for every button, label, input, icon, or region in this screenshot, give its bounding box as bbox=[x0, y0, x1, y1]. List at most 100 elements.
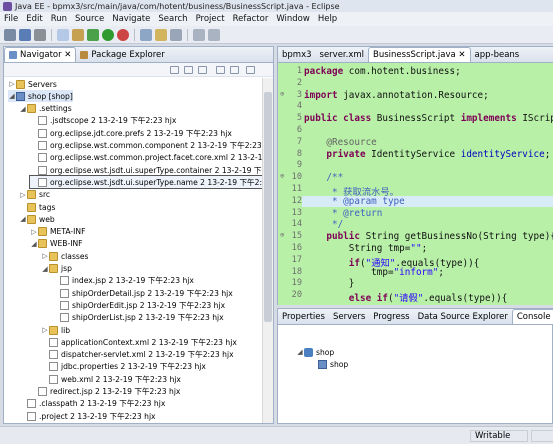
code-token: IdentityService bbox=[365, 148, 461, 160]
tree-file-item[interactable]: .classpath 2 13-2-19 下午2:23 hjx bbox=[19, 398, 165, 410]
code-editor[interactable]: 1 package com.hotent.business; 2 3 ⊕ import j… bbox=[278, 63, 553, 305]
expand-toggle-icon[interactable]: ◢ bbox=[8, 92, 16, 100]
fold-toggle-icon[interactable]: ⊕ bbox=[280, 231, 284, 239]
tree-folder-item[interactable]: ◢ .settings bbox=[19, 103, 72, 115]
tree-folder-item[interactable]: ◢ jsp bbox=[41, 263, 72, 275]
tree-file-item[interactable]: shipOrderEdit.jsp 2 13-2-19 下午2:23 hjx bbox=[52, 299, 225, 311]
scrollbar-thumb[interactable] bbox=[264, 92, 272, 322]
bottom-view-tab[interactable]: Console bbox=[511, 309, 553, 324]
menu-item-help[interactable]: Help bbox=[318, 14, 337, 24]
menu-item-project[interactable]: Project bbox=[196, 14, 225, 24]
server-tree-item[interactable]: shop bbox=[310, 358, 348, 370]
tree-file-item[interactable]: index.jsp 2 13-2-19 下午2:23 hjx bbox=[52, 275, 194, 287]
debug-icon[interactable] bbox=[87, 28, 99, 41]
bottom-view-tab[interactable]: Servers bbox=[329, 309, 369, 324]
expand-toggle-icon[interactable]: ▷ bbox=[41, 252, 49, 260]
bottom-view-tab[interactable]: Data Source Explorer bbox=[414, 309, 512, 324]
tree-folder-item[interactable]: ▷ Servers bbox=[8, 78, 57, 90]
expand-toggle-icon[interactable]: ◢ bbox=[41, 265, 49, 273]
tree-folder-item[interactable]: ▷ classes bbox=[41, 250, 88, 262]
search-icon[interactable] bbox=[155, 28, 167, 41]
tree-folder-item[interactable]: ◢ WEB-INF bbox=[30, 238, 83, 250]
tree-file-item[interactable]: org.eclipse.wst.common.component 2 13-2-… bbox=[30, 140, 262, 152]
server-icon[interactable] bbox=[57, 28, 69, 41]
back-nav-icon[interactable] bbox=[170, 66, 179, 74]
menu-item-file[interactable]: File bbox=[4, 14, 18, 24]
tree-file-item[interactable]: jdbc.properties 2 13-2-19 下午2:23 hjx bbox=[41, 361, 206, 373]
expand-toggle-icon[interactable]: ◢ bbox=[30, 240, 38, 248]
code-token: ; bbox=[544, 148, 551, 160]
tree-file-item[interactable]: .project 2 13-2-19 下午2:23 hjx bbox=[19, 410, 156, 422]
navigator-tab[interactable]: Navigator ✕ bbox=[4, 47, 77, 62]
run-icon[interactable] bbox=[102, 28, 114, 41]
menu-item-edit[interactable]: Edit bbox=[26, 14, 42, 24]
save-icon[interactable] bbox=[19, 28, 31, 41]
menu-item-run[interactable]: Run bbox=[51, 14, 67, 24]
open-type-icon[interactable] bbox=[140, 28, 152, 41]
tree-folder-item[interactable]: ◢ shop [shop] bbox=[8, 90, 73, 103]
external-tools-icon[interactable] bbox=[117, 28, 129, 41]
build-icon[interactable] bbox=[72, 28, 84, 41]
menu-item-refactor[interactable]: Refactor bbox=[233, 14, 269, 24]
tree-file-item[interactable]: org.eclipse.wst.jsdt.ui.superType.name 2… bbox=[29, 175, 262, 190]
tree-file-item[interactable]: .jsdtscope 2 13-2-19 下午2:23 hjx bbox=[30, 115, 176, 127]
forward-nav-icon[interactable] bbox=[184, 66, 193, 74]
code-token: String tmp= bbox=[304, 243, 411, 254]
tree-folder-item[interactable]: ◢ web bbox=[19, 213, 55, 225]
navigator-tab[interactable]: Package Explorer bbox=[76, 47, 168, 62]
tree-folder-item[interactable]: ▷ src bbox=[19, 189, 50, 201]
editor-tab[interactable]: app-beans bbox=[471, 47, 524, 62]
tree-file-item[interactable]: redirect.jsp 2 13-2-19 下午2:23 hjx bbox=[30, 386, 180, 398]
tree-item-label: dispatcher-servlet.xml 2 13-2-19 下午2:23 … bbox=[61, 350, 234, 360]
print-icon[interactable] bbox=[34, 28, 46, 41]
menu-item-search[interactable]: Search bbox=[158, 14, 187, 24]
tree-file-item[interactable]: org.eclipse.wst.jsdt.ui.superType.contai… bbox=[30, 164, 262, 176]
tree-file-item[interactable]: web.xml 2 13-2-19 下午2:23 hjx bbox=[41, 373, 181, 385]
tree-item-label: WEB-INF bbox=[50, 239, 83, 249]
tree-file-item[interactable]: org.eclipse.wst.common.project.facet.cor… bbox=[30, 152, 262, 164]
menu-item-source[interactable]: Source bbox=[75, 14, 104, 24]
back-icon[interactable] bbox=[193, 28, 205, 41]
expand-toggle-icon[interactable]: ▷ bbox=[41, 326, 49, 334]
fold-toggle-icon[interactable]: ⊕ bbox=[280, 90, 284, 98]
tree-item-label: web bbox=[39, 214, 55, 224]
tree-file-item[interactable]: org.eclipse.jdt.core.prefs 2 13-2-19 下午2… bbox=[30, 127, 232, 139]
tree-folder-item[interactable]: ▷ META-INF bbox=[30, 226, 85, 238]
tree-file-item[interactable]: shipOrderList.jsp 2 13-2-19 下午2:23 hjx bbox=[52, 312, 224, 324]
tree-folder-item[interactable]: tags bbox=[19, 201, 55, 213]
expand-toggle-icon[interactable]: ▷ bbox=[8, 80, 16, 88]
bottom-view-tab[interactable]: Progress bbox=[369, 309, 413, 324]
expand-toggle-icon[interactable]: ◢ bbox=[19, 105, 27, 113]
editor-tab[interactable]: bpmx3 bbox=[278, 47, 316, 62]
new-icon[interactable] bbox=[4, 28, 16, 41]
file-icon bbox=[38, 128, 47, 138]
expand-toggle-icon[interactable]: ◢ bbox=[296, 348, 304, 356]
tree-file-item[interactable]: dispatcher-servlet.xml 2 13-2-19 下午2:23 … bbox=[41, 349, 234, 361]
annotation-icon[interactable] bbox=[170, 28, 182, 41]
file-icon bbox=[49, 374, 58, 384]
tree-item-label: org.eclipse.wst.common.project.facet.cor… bbox=[50, 153, 262, 163]
forward-icon[interactable] bbox=[208, 28, 220, 41]
expand-toggle-icon[interactable]: ▷ bbox=[19, 191, 27, 199]
menu-item-navigate[interactable]: Navigate bbox=[112, 14, 150, 24]
tree-file-item[interactable]: shipOrderDetail.jsp 2 13-2-19 下午2:23 hjx bbox=[52, 287, 233, 299]
code-token: javax.annotation.Resource; bbox=[337, 89, 489, 101]
menu-item-window[interactable]: Window bbox=[276, 14, 310, 24]
navigator-scrollbar[interactable] bbox=[262, 78, 273, 423]
line-number: 17 bbox=[291, 254, 302, 265]
tree-folder-item[interactable]: ▷ lib bbox=[41, 324, 70, 336]
bottom-view-tab[interactable]: Properties bbox=[278, 309, 329, 324]
expand-toggle-icon[interactable]: ▷ bbox=[30, 228, 38, 236]
tree-file-item[interactable]: applicationContext.xml 2 13-2-19 下午2:23 … bbox=[41, 336, 237, 348]
editor-tab[interactable]: BusinessScript.java ✕ bbox=[368, 47, 471, 62]
view-menu-icon[interactable] bbox=[246, 66, 255, 74]
tree-item-label: shop [shop] bbox=[28, 91, 73, 101]
fold-toggle-icon[interactable]: ⊕ bbox=[280, 172, 284, 180]
server-tree-item[interactable]: ◢ shop bbox=[296, 346, 334, 358]
expand-toggle-icon[interactable]: ◢ bbox=[19, 215, 27, 223]
collapse-all-icon[interactable] bbox=[216, 66, 225, 74]
editor-tab[interactable]: server.xml bbox=[316, 47, 369, 62]
up-icon[interactable] bbox=[198, 66, 207, 74]
navigator-view-toolbar bbox=[4, 63, 273, 77]
link-editor-icon[interactable] bbox=[230, 66, 239, 74]
